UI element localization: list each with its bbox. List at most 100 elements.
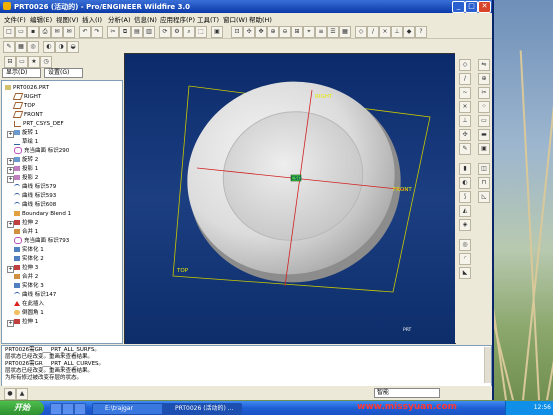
rib-tool-icon[interactable]: ⊓ bbox=[478, 177, 490, 189]
undo-icon[interactable]: ↶ bbox=[79, 26, 91, 38]
settings-dropdown[interactable]: 设置(G) bbox=[44, 68, 83, 78]
copy-icon[interactable]: ⧉ bbox=[119, 26, 131, 38]
message-scrollbar[interactable] bbox=[484, 347, 491, 383]
tree-item[interactable]: 合并 1 bbox=[14, 228, 38, 236]
paste-icon[interactable]: ▤ bbox=[131, 26, 143, 38]
tree-item[interactable]: 拉伸 2 bbox=[14, 219, 38, 227]
tree-item[interactable]: PRT_CSYS_DEF bbox=[14, 120, 64, 128]
mirror-tool-icon[interactable]: ⇋ bbox=[478, 59, 490, 71]
mail-icon[interactable]: ✉ bbox=[51, 26, 63, 38]
tree-item[interactable]: 曲线 标识147 bbox=[14, 291, 56, 299]
boundary-blend-icon[interactable]: ◭ bbox=[459, 205, 471, 217]
tree-item[interactable]: 草绘 1 bbox=[14, 138, 38, 146]
tree-item[interactable]: 曲线 标识579 bbox=[14, 183, 56, 191]
tree-item[interactable]: 实体化 3 bbox=[14, 282, 44, 290]
shell-icon[interactable]: ◐ bbox=[43, 41, 55, 53]
print-icon[interactable]: ⎙ bbox=[39, 26, 51, 38]
menu-window[interactable]: 窗口(W) bbox=[223, 14, 248, 24]
tree-item[interactable]: 拉伸 3 bbox=[14, 264, 38, 272]
saved-views-icon[interactable]: ≡ bbox=[315, 26, 327, 38]
new-file-icon[interactable]: □ bbox=[3, 26, 15, 38]
regenerate-icon[interactable]: ⟳ bbox=[159, 26, 171, 38]
datum-axis-tool-icon[interactable]: / bbox=[459, 73, 471, 85]
search-icon[interactable]: ⌕ bbox=[183, 26, 195, 38]
tree-item[interactable]: TOP bbox=[12, 102, 35, 110]
datum-axis-toggle-icon[interactable]: / bbox=[367, 26, 379, 38]
zoom-out-icon[interactable]: ⊖ bbox=[279, 26, 291, 38]
tree-item[interactable]: 投影 2 bbox=[14, 174, 38, 182]
merge-tool-icon[interactable]: ⊕ bbox=[478, 73, 490, 85]
context-help-icon[interactable]: ? bbox=[415, 26, 427, 38]
folder-browser-tab-icon[interactable]: ▭ bbox=[16, 56, 28, 68]
menu-view[interactable]: 视图(V) bbox=[56, 14, 79, 24]
tree-item[interactable]: 实体化 2 bbox=[14, 255, 44, 263]
draft-icon[interactable]: ◒ bbox=[67, 41, 79, 53]
minimize-button[interactable]: _ bbox=[452, 1, 465, 13]
quicklaunch-icon[interactable] bbox=[50, 403, 62, 415]
datum-plane-toggle-icon[interactable]: ◇ bbox=[355, 26, 367, 38]
tree-item[interactable]: 拉伸 1 bbox=[14, 318, 38, 326]
expand-toggle[interactable]: + bbox=[7, 167, 14, 174]
mail-attach-icon[interactable]: ✉ bbox=[63, 26, 75, 38]
expand-toggle[interactable]: + bbox=[7, 158, 14, 165]
tree-item[interactable]: 充当曲面 标识793 bbox=[14, 237, 69, 245]
display-style-icon[interactable]: ▣ bbox=[211, 26, 223, 38]
tree-item[interactable]: FRONT bbox=[12, 111, 43, 119]
menu-edit[interactable]: 编辑(E) bbox=[30, 14, 52, 24]
menu-insert[interactable]: 插入(I) bbox=[82, 14, 102, 24]
tree-item[interactable]: Boundary Blend 1 bbox=[14, 210, 71, 218]
chamfer-tool-icon[interactable]: ◣ bbox=[459, 267, 471, 279]
datum-point-tool-icon[interactable]: × bbox=[459, 101, 471, 113]
rib-icon[interactable]: ◑ bbox=[55, 41, 67, 53]
menu-tools[interactable]: 工具(T) bbox=[197, 14, 219, 24]
cut-icon[interactable]: ✂ bbox=[107, 26, 119, 38]
expand-toggle[interactable]: + bbox=[7, 221, 14, 228]
revolve-tool-icon[interactable]: ◐ bbox=[459, 177, 471, 189]
offset-tool-icon[interactable]: ▭ bbox=[478, 115, 490, 127]
analysis-tool-icon[interactable]: ✣ bbox=[459, 129, 471, 141]
show-dropdown[interactable]: 显示(D) bbox=[2, 68, 41, 78]
layers-icon[interactable]: ☰ bbox=[327, 26, 339, 38]
tree-item[interactable]: 实体化 1 bbox=[14, 246, 44, 254]
solidify-tool-icon[interactable]: ▣ bbox=[478, 143, 490, 155]
start-button[interactable]: 开始 bbox=[0, 401, 44, 415]
tree-item[interactable]: RIGHT bbox=[12, 93, 41, 101]
expand-toggle[interactable]: + bbox=[7, 266, 14, 273]
regen-manager-icon[interactable]: ⚙ bbox=[171, 26, 183, 38]
close-button[interactable]: ✕ bbox=[478, 1, 491, 13]
selection-filter-dropdown[interactable]: 智能 bbox=[374, 388, 440, 398]
select-box-icon[interactable]: ⬚ bbox=[195, 26, 207, 38]
round-tool-icon[interactable]: ◜ bbox=[459, 253, 471, 265]
expand-toggle[interactable]: + bbox=[7, 131, 14, 138]
tree-item[interactable]: 旋转 2 bbox=[14, 156, 38, 164]
tree-root[interactable]: PRT0026.PRT bbox=[5, 84, 49, 92]
orient-mode-icon[interactable]: ✥ bbox=[255, 26, 267, 38]
style-tool-icon[interactable]: ◈ bbox=[459, 219, 471, 231]
quicklaunch-icon[interactable] bbox=[74, 403, 86, 415]
zoom-in-icon[interactable]: ⊕ bbox=[267, 26, 279, 38]
reorient-icon[interactable]: ⌖ bbox=[303, 26, 315, 38]
draft-tool-icon[interactable]: ◺ bbox=[478, 191, 490, 203]
datum-point-toggle-icon[interactable]: × bbox=[379, 26, 391, 38]
menu-analysis[interactable]: 分析(A) bbox=[108, 14, 131, 24]
spin-center-icon[interactable]: ✣ bbox=[243, 26, 255, 38]
extrude-tool-icon[interactable]: ▮ bbox=[459, 163, 471, 175]
tree-item[interactable]: 曲线 标识608 bbox=[14, 201, 56, 209]
edit-icon[interactable]: ▦ bbox=[15, 41, 27, 53]
datum-plane-tool-icon[interactable]: ◇ bbox=[459, 59, 471, 71]
csys-tool-icon[interactable]: ⊥ bbox=[459, 115, 471, 127]
tree-item[interactable]: 充当曲面 标识290 bbox=[14, 147, 69, 155]
tree-item[interactable]: 倒圆角 1 bbox=[14, 309, 44, 317]
datum-curve-tool-icon[interactable]: ~ bbox=[459, 87, 471, 99]
redo-icon[interactable]: ↷ bbox=[91, 26, 103, 38]
open-file-icon[interactable]: ▭ bbox=[15, 26, 27, 38]
tree-item[interactable]: 旋转 1 bbox=[14, 129, 38, 137]
taskbar-item-explorer[interactable]: E:\trajgar bbox=[92, 403, 172, 415]
trim-tool-icon[interactable]: ✂ bbox=[478, 87, 490, 99]
maximize-button[interactable]: □ bbox=[465, 1, 478, 13]
variable-sweep-icon[interactable]: ⟆ bbox=[459, 191, 471, 203]
pattern-tool-icon[interactable]: ⁘ bbox=[478, 101, 490, 113]
favorites-tab-icon[interactable]: ★ bbox=[28, 56, 40, 68]
annotation-toggle-icon[interactable]: ◆ bbox=[403, 26, 415, 38]
expand-toggle[interactable]: + bbox=[7, 320, 14, 327]
